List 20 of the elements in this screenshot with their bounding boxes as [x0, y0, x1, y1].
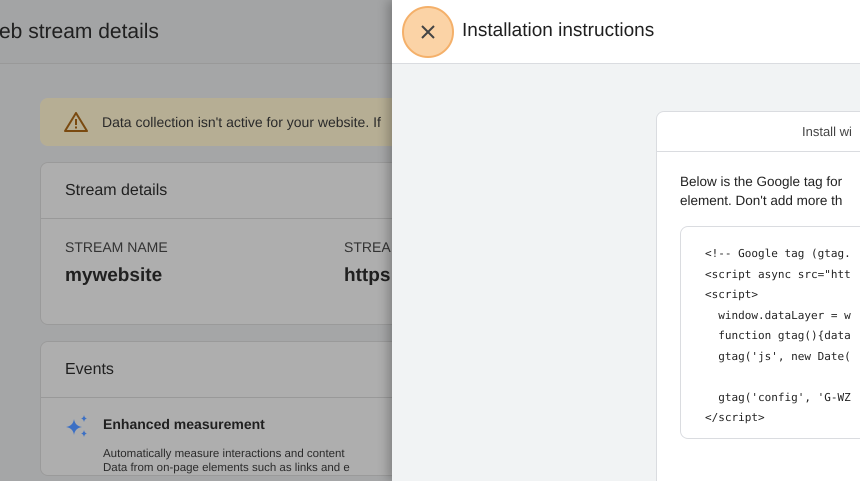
field-value: mywebsite	[65, 264, 164, 288]
page-title: eb stream details	[0, 18, 159, 45]
warning-text: Data collection isn't active for your website. If	[102, 112, 381, 132]
field-label: STREA	[344, 238, 392, 257]
field-label: STREAM NAME	[65, 238, 169, 257]
close-button[interactable]	[402, 6, 454, 58]
warning-icon	[64, 112, 88, 132]
intro-text: Below is the Google tag for	[680, 173, 844, 191]
panel-title: Installation instructions	[462, 19, 654, 44]
event-title: Enhanced measurement	[103, 415, 266, 434]
close-icon	[420, 24, 436, 40]
sparkle-icon	[65, 414, 89, 438]
intro-text: element. Don't add more th	[680, 192, 844, 210]
field-value: https	[344, 264, 392, 288]
tab[interactable]: Install wi	[802, 122, 852, 142]
code-block: <!-- Google tag (gtag. <script async src="htt <script> window.dataLayer = w function gtag(){data gtag('js', new Date( gtag('config', 'G-WZ </script>	[680, 226, 860, 438]
event-description: Data from on-page elements such as links and e	[103, 461, 350, 475]
card-title: Events	[65, 360, 114, 380]
event-description: Automatically measure interactions and content	[103, 447, 346, 461]
card-title: Stream details	[65, 180, 168, 200]
